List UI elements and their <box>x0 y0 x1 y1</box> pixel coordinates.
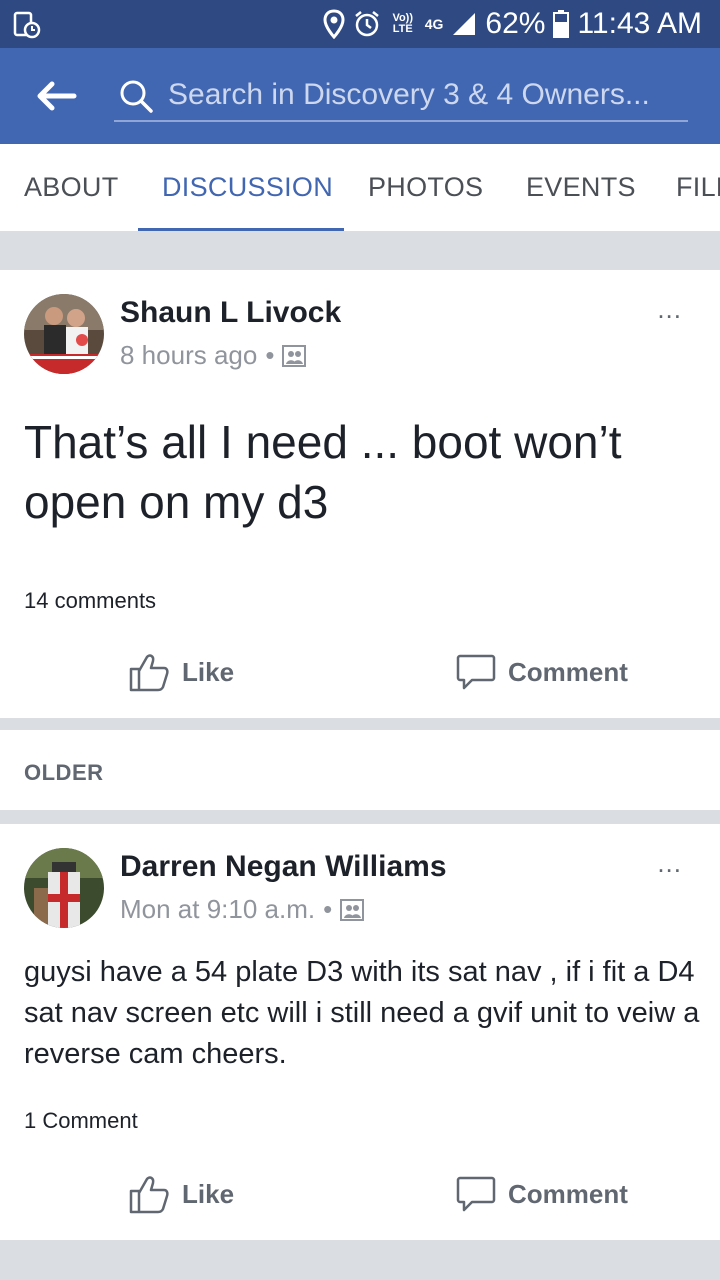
post-author[interactable]: Darren Negan Williams <box>120 850 447 884</box>
comment-button[interactable]: Comment <box>456 1174 628 1214</box>
post-timestamp[interactable]: 8 hours ago <box>120 340 257 371</box>
like-icon <box>129 1176 169 1214</box>
meta-separator: • <box>323 894 333 924</box>
status-bar: Vo)) LTE 4G 62% 11:43 AM <box>0 0 720 48</box>
profile-photo <box>24 294 104 374</box>
search-placeholder: Search in Discovery 3 & 4 Owners... <box>168 78 650 111</box>
avatar[interactable] <box>24 294 104 374</box>
like-button[interactable]: Like <box>128 652 234 692</box>
post-meta: Mon at 9:10 a.m. • <box>120 894 365 925</box>
volte-indicator: Vo)) LTE <box>392 12 414 35</box>
older-section-header: OLDER <box>0 730 720 810</box>
post-card: Darren Negan Williams Mon at 9:10 a.m. •… <box>0 824 720 1240</box>
location-icon <box>323 9 345 39</box>
profile-photo <box>24 848 104 928</box>
back-arrow-icon[interactable] <box>30 76 80 116</box>
like-icon <box>129 654 169 692</box>
tab-events[interactable]: EVENTS <box>526 172 636 203</box>
post-card: Shaun L Livock 8 hours ago • ... That’s … <box>0 270 720 718</box>
tab-discussion[interactable]: DISCUSSION <box>162 172 333 203</box>
tab-about[interactable]: ABOUT <box>24 172 119 203</box>
signal-icon <box>453 13 476 35</box>
group-search-input[interactable]: Search in Discovery 3 & 4 Owners... <box>114 72 688 122</box>
post-text: That’s all I need ... boot won’t open on… <box>24 416 622 528</box>
comment-icon <box>456 1176 496 1212</box>
clock: 11:43 AM <box>577 7 702 40</box>
more-options-icon[interactable]: ... <box>657 294 682 325</box>
meta-separator: • <box>265 340 275 370</box>
active-tab-indicator <box>138 228 344 231</box>
comment-label: Comment <box>508 656 628 687</box>
alarm-icon <box>354 11 379 37</box>
like-label: Like <box>182 656 235 687</box>
post-meta: 8 hours ago • <box>120 340 307 371</box>
group-audience-icon <box>282 344 307 367</box>
app-bar: Search in Discovery 3 & 4 Owners... <box>0 48 720 144</box>
post-author[interactable]: Shaun L Livock <box>120 296 341 330</box>
search-icon <box>120 80 153 113</box>
battery-percent: 62% <box>485 7 546 40</box>
battery-icon <box>553 10 570 38</box>
comment-icon <box>456 654 496 690</box>
comment-label: Comment <box>508 1178 628 1209</box>
network-indicator: 4G <box>424 15 444 32</box>
comments-count[interactable]: 14 comments <box>24 588 156 614</box>
comments-count[interactable]: 1 Comment <box>24 1108 138 1134</box>
like-label: Like <box>182 1178 235 1209</box>
tab-files[interactable]: FILE <box>676 172 720 203</box>
group-audience-icon <box>340 898 365 921</box>
tab-photos[interactable]: PHOTOS <box>368 172 483 203</box>
comment-button[interactable]: Comment <box>456 652 628 692</box>
notification-icon <box>13 11 41 39</box>
post-text: guysi have a 54 plate D3 with its sat na… <box>24 956 700 1070</box>
post-timestamp[interactable]: Mon at 9:10 a.m. <box>120 894 315 925</box>
more-options-icon[interactable]: ... <box>657 848 682 879</box>
older-label: OLDER <box>24 760 104 785</box>
avatar[interactable] <box>24 848 104 928</box>
group-tabs: ABOUT DISCUSSION PHOTOS EVENTS FILE <box>0 144 720 232</box>
like-button[interactable]: Like <box>128 1174 234 1214</box>
